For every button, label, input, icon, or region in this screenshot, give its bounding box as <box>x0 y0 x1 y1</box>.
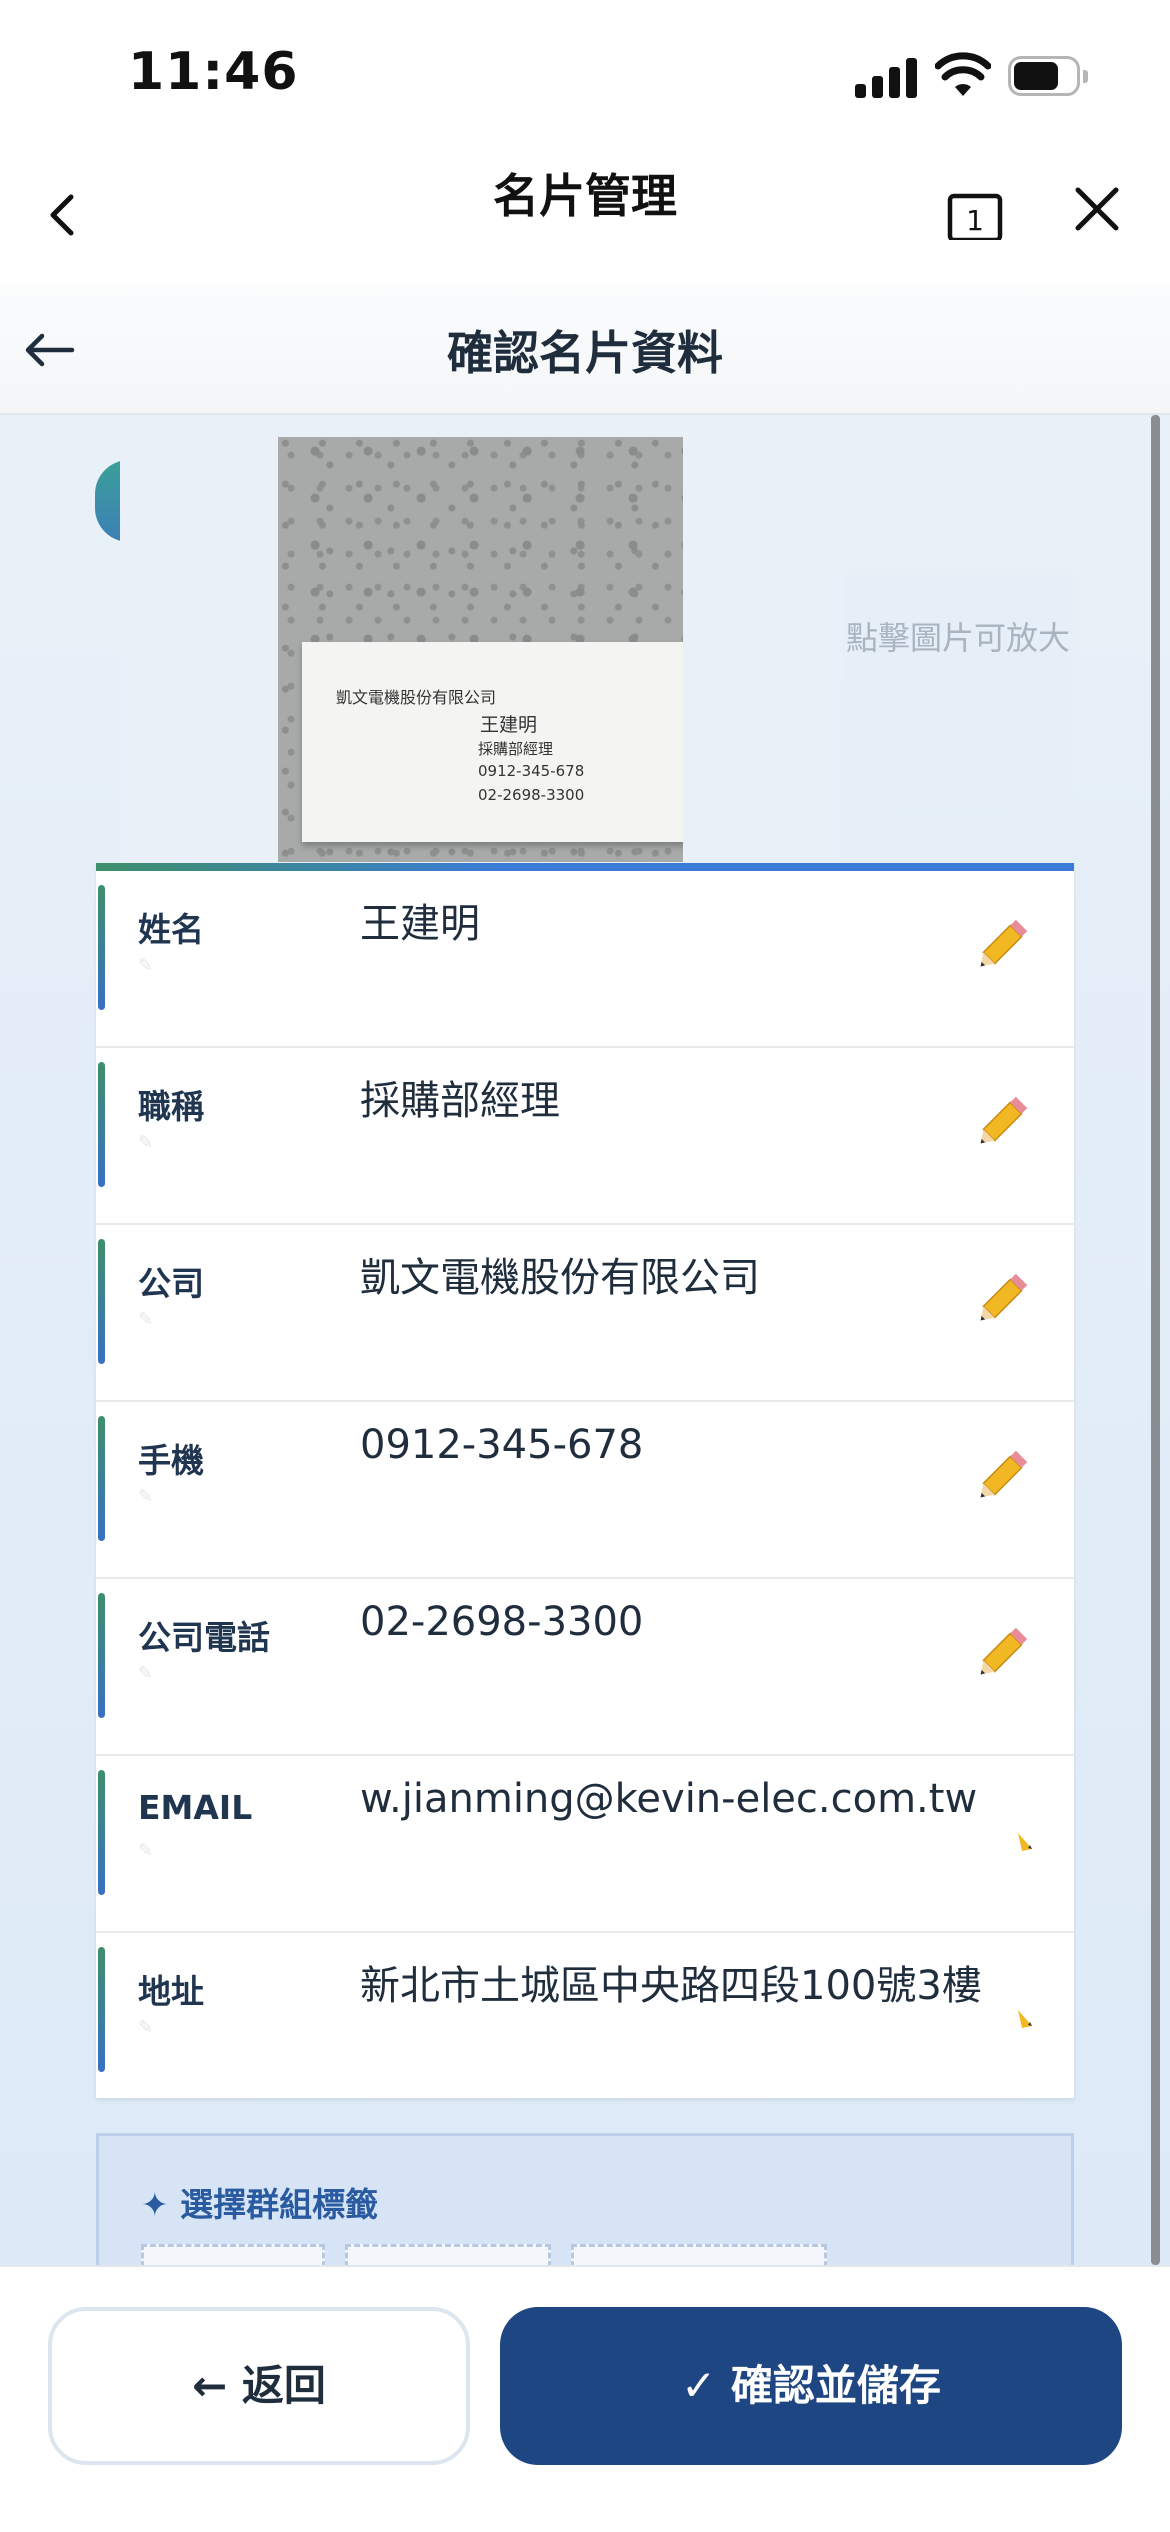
pencil-icon[interactable] <box>976 1088 1036 1148</box>
pencil-icon[interactable] <box>976 1619 1036 1679</box>
zoom-hint: 點擊圖片可放大 <box>843 575 1073 805</box>
row-accent <box>98 1062 105 1187</box>
group-tags-section: ✦ 選擇群組標籤 <box>96 2133 1074 2265</box>
field-value[interactable]: 採購部經理 <box>360 1068 560 1126</box>
field-row-company: 公司 ✎ 凱文電機股份有限公司 <box>96 1225 1074 1402</box>
field-row-title: 職稱 ✎ 採購部經理 <box>96 1048 1074 1225</box>
card-title: 採購部經理 <box>478 740 554 758</box>
tab-count: 1 <box>966 204 984 237</box>
field-sub-icon: ✎ <box>138 1486 154 1507</box>
field-value[interactable]: 0912-345-678 <box>360 1422 643 1468</box>
group-tag[interactable] <box>345 2244 551 2265</box>
field-value[interactable]: 王建明 <box>360 891 480 949</box>
group-tag[interactable] <box>141 2244 325 2265</box>
confirm-save-button[interactable]: ✓ 確認並儲存 <box>500 2307 1122 2465</box>
field-sub-icon: ✎ <box>138 1132 154 1153</box>
field-sub-icon: ✎ <box>138 2017 154 2038</box>
card-company: 凱文電機股份有限公司 <box>336 688 497 707</box>
app-nav: 名片管理 1 <box>0 140 1170 285</box>
row-accent <box>98 1239 105 1364</box>
field-row-phone: 公司電話 ✎ 02-2698-3300 <box>96 1579 1074 1756</box>
pencil-icon[interactable] <box>1014 2008 1034 2030</box>
field-sub-icon: ✎ <box>138 955 154 976</box>
page-header: 確認名片資料 <box>0 285 1170 415</box>
tabs-icon[interactable]: 1 <box>945 180 1007 240</box>
close-icon[interactable] <box>1068 180 1126 238</box>
pencil-icon[interactable] <box>976 1265 1036 1325</box>
field-row-mobile: 手機 ✎ 0912-345-678 <box>96 1402 1074 1579</box>
field-value[interactable]: w.jianming@kevin-elec.com.tw <box>360 1776 977 1822</box>
card-phone: 02-2698-3300 <box>478 786 585 804</box>
status-bar: 11:46 <box>0 0 1170 140</box>
group-tag[interactable] <box>571 2244 827 2265</box>
field-label: 手機 <box>138 1441 204 1480</box>
field-row-email: EMAIL ✎ w.jianming@kevin-elec.com.tw <box>96 1756 1074 1933</box>
field-value[interactable]: 凱文電機股份有限公司 <box>360 1245 760 1303</box>
field-label: 公司電話 <box>138 1618 270 1657</box>
status-time: 11:46 <box>128 42 299 102</box>
row-accent <box>98 1593 105 1718</box>
field-value[interactable]: 新北市土城區中央路四段100號3樓 <box>360 1953 982 2011</box>
field-sub-icon: ✎ <box>138 1309 154 1330</box>
row-accent <box>98 1947 105 2072</box>
field-sub-icon: ✎ <box>138 1840 154 1861</box>
back-button[interactable]: ← 返回 <box>48 2307 470 2465</box>
field-row-name: 姓名 ✎ 王建明 <box>96 871 1074 1048</box>
cellular-signal-icon <box>855 56 917 98</box>
card-name: 王建明 <box>480 714 538 736</box>
field-label: 姓名 <box>138 910 204 949</box>
card-mobile: 0912-345-678 <box>478 762 585 780</box>
field-label: EMAIL <box>138 1788 253 1827</box>
fields-card: 姓名 ✎ 王建明 職稱 ✎ 採購部經理 公司 ✎ 凱文電機股份有限公司 手機 ✎… <box>96 863 1074 2098</box>
row-accent <box>98 1770 105 1895</box>
zoom-hint-text: 點擊圖片可放大 <box>845 619 1070 657</box>
pencil-icon[interactable] <box>1014 1831 1034 1853</box>
row-accent <box>98 885 105 1010</box>
field-label: 公司 <box>138 1264 204 1303</box>
page-title: 確認名片資料 <box>447 326 723 380</box>
card-photo[interactable]: 凱文電機股份有限公司 王建明 採購部經理 0912-345-678 02-269… <box>278 437 683 862</box>
scrollbar[interactable] <box>1151 415 1160 2265</box>
field-value[interactable]: 02-2698-3300 <box>360 1599 643 1645</box>
row-accent <box>98 1416 105 1541</box>
scroll-content[interactable]: 凱文電機股份有限公司 王建明 採購部經理 0912-345-678 02-269… <box>0 415 1170 2265</box>
field-label: 職稱 <box>138 1087 204 1126</box>
field-row-address: 地址 ✎ 新北市土城區中央路四段100號3樓 <box>96 1933 1074 2110</box>
pencil-icon[interactable] <box>976 1442 1036 1502</box>
business-card: 凱文電機股份有限公司 王建明 採購部經理 0912-345-678 02-269… <box>302 642 683 842</box>
pencil-icon[interactable] <box>976 911 1036 971</box>
wifi-icon <box>935 52 991 96</box>
bottom-action-bar: ← 返回 ✓ 確認並儲存 <box>0 2265 1170 2532</box>
battery-icon <box>1008 56 1088 96</box>
group-tags-title: ✦ 選擇群組標籤 <box>141 2185 379 2224</box>
field-label: 地址 <box>138 1972 204 2011</box>
field-sub-icon: ✎ <box>138 1663 154 1684</box>
